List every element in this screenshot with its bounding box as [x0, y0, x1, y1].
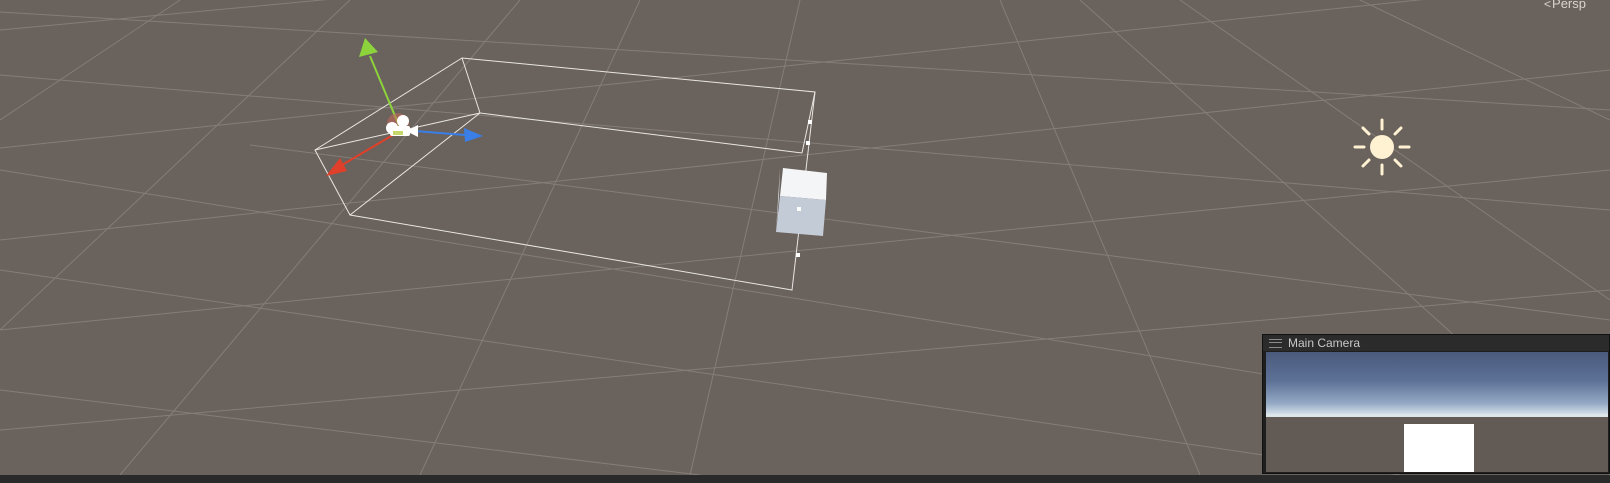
projection-label: Persp: [1552, 0, 1586, 11]
preview-cube: [1404, 424, 1474, 472]
scene-view[interactable]: <Persp Main Camera: [0, 0, 1610, 475]
camera-preview-header[interactable]: Main Camera: [1263, 335, 1609, 351]
drag-handle-icon[interactable]: [1269, 338, 1282, 348]
preview-sky: [1266, 352, 1608, 416]
projection-toggle[interactable]: <Persp: [1544, 0, 1586, 11]
camera-preview-render: [1266, 352, 1608, 472]
camera-preview-title: Main Camera: [1288, 336, 1361, 350]
projection-arrow: <: [1544, 0, 1552, 11]
camera-preview-panel[interactable]: Main Camera: [1262, 334, 1610, 474]
status-bar: [0, 475, 1610, 483]
